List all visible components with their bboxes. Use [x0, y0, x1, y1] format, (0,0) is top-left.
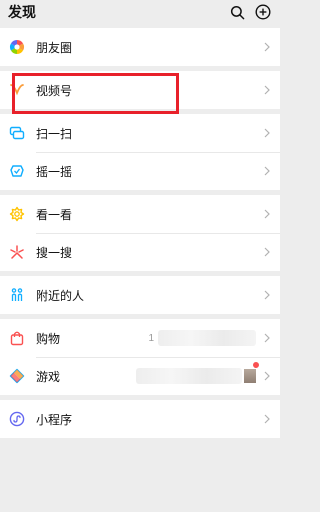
- search-icon[interactable]: [228, 3, 246, 21]
- menu-label: 看一看: [36, 207, 73, 222]
- search-sparkle-icon: [8, 243, 26, 261]
- chevron-right-icon: [264, 84, 272, 96]
- menu-label: 搜一搜: [36, 245, 73, 260]
- game-thumbnail: [244, 369, 256, 383]
- menu-label: 扫一扫: [36, 126, 73, 141]
- shopping-bag-icon: [8, 329, 26, 347]
- menu-item-scan[interactable]: 扫一扫: [0, 114, 280, 152]
- menu-item-search[interactable]: 搜一搜: [0, 233, 280, 271]
- shopping-preview: 1: [148, 330, 256, 346]
- menu-label: 小程序: [36, 412, 73, 427]
- group-look-search: 看一看 搜一搜: [0, 195, 280, 271]
- group-shop-games: 购物 1 游戏: [0, 319, 280, 395]
- menu-item-top-stories[interactable]: 看一看: [0, 195, 280, 233]
- menu-item-channels[interactable]: 视频号: [0, 71, 280, 109]
- menu-label: 购物: [36, 331, 61, 346]
- menu-item-mini-programs[interactable]: 小程序: [0, 400, 280, 438]
- chevron-right-icon: [264, 165, 272, 177]
- group-scan-shake: 扫一扫 摇一摇: [0, 114, 280, 190]
- chevron-right-icon: [264, 370, 272, 382]
- channels-icon: [8, 81, 26, 99]
- menu-label: 摇一摇: [36, 164, 73, 179]
- group-channels: 视频号: [0, 71, 280, 109]
- menu-label: 朋友圈: [36, 40, 73, 55]
- menu-label: 视频号: [36, 83, 73, 98]
- group-mini-programs: 小程序: [0, 400, 280, 438]
- header-bar: 发现: [0, 0, 280, 24]
- menu-item-shake[interactable]: 摇一摇: [0, 152, 280, 190]
- chevron-right-icon: [264, 127, 272, 139]
- top-stories-icon: [8, 205, 26, 223]
- chevron-right-icon: [264, 246, 272, 258]
- page-title: 发现: [8, 4, 36, 20]
- chevron-right-icon: [264, 289, 272, 301]
- games-icon: [8, 367, 26, 385]
- menu-item-games[interactable]: 游戏: [0, 357, 280, 395]
- notification-dot: [253, 362, 259, 368]
- blurred-preview: [136, 368, 242, 384]
- shopping-preview-text: 1: [148, 332, 154, 344]
- chevron-right-icon: [264, 413, 272, 425]
- menu-item-people-nearby[interactable]: 附近的人: [0, 276, 280, 314]
- chevron-right-icon: [264, 208, 272, 220]
- menu-item-moments[interactable]: 朋友圈: [0, 28, 280, 66]
- menu-label: 附近的人: [36, 288, 85, 303]
- mini-programs-icon: [8, 410, 26, 428]
- menu-item-shopping[interactable]: 购物 1: [0, 319, 280, 357]
- add-circle-icon[interactable]: [254, 3, 272, 21]
- chevron-right-icon: [264, 41, 272, 53]
- moments-icon: [8, 38, 26, 56]
- shake-icon: [8, 162, 26, 180]
- menu-label: 游戏: [36, 369, 61, 384]
- group-moments: 朋友圈: [0, 28, 280, 66]
- blurred-preview: [158, 330, 256, 346]
- people-nearby-icon: [8, 286, 26, 304]
- chevron-right-icon: [264, 332, 272, 344]
- group-nearby: 附近的人: [0, 276, 280, 314]
- scan-icon: [8, 124, 26, 142]
- games-preview: [136, 362, 259, 384]
